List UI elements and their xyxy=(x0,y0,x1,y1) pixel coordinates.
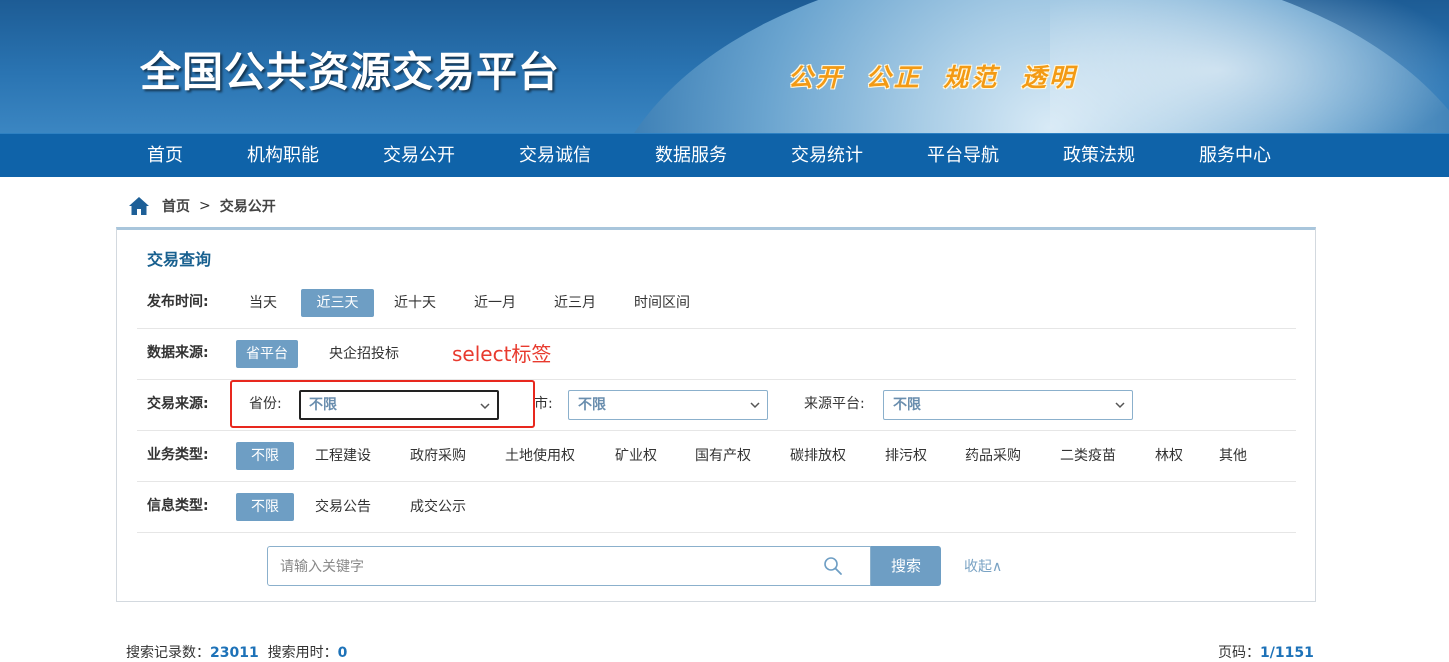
publish-time-row: 发布时间: 当天 近三天 近十天 近一月 近三月 时间区间 xyxy=(137,277,1296,329)
data-source-row: 数据来源: 省平台 央企招投标 xyxy=(137,328,1296,380)
breadcrumb-home[interactable]: 首页 xyxy=(162,196,190,216)
header-banner: 全国公共资源交易平台 公开 公正 规范 透明 xyxy=(0,0,1449,133)
panel-title: 交易查询 xyxy=(147,250,212,269)
option-last-10-days[interactable]: 近十天 xyxy=(384,289,446,317)
search-input[interactable] xyxy=(268,547,822,587)
nav-institution[interactable]: 机构职能 xyxy=(247,134,319,178)
page-value: 1/1151 xyxy=(1260,645,1314,661)
business-type-row: 业务类型: 不限 工程建设 政府采购 土地使用权 矿业权 国有产权 碳排放权 排… xyxy=(137,430,1296,482)
option-engineering[interactable]: 工程建设 xyxy=(305,442,381,470)
option-drug-procurement[interactable]: 药品采购 xyxy=(955,442,1031,470)
option-state-property[interactable]: 国有产权 xyxy=(685,442,761,470)
city-select[interactable]: 不限 xyxy=(568,390,768,420)
publish-time-label: 发布时间: xyxy=(147,294,209,310)
records-label: 搜索记录数： xyxy=(126,645,210,661)
nav-policy[interactable]: 政策法规 xyxy=(1063,134,1135,178)
breadcrumb-current: 交易公开 xyxy=(219,199,276,215)
option-last-3-days[interactable]: 近三天 xyxy=(301,289,374,317)
main-nav: 首页 机构职能 交易公开 交易诚信 数据服务 交易统计 平台导航 政策法规 服务… xyxy=(0,133,1449,177)
search-box xyxy=(267,546,871,587)
city-label: 市: xyxy=(534,396,553,412)
time-label: 搜索用时： xyxy=(267,645,338,661)
option-forest[interactable]: 林权 xyxy=(1145,442,1193,470)
records-count: 23011 xyxy=(210,645,259,661)
option-business-any[interactable]: 不限 xyxy=(236,442,294,470)
data-source-label: 数据来源: xyxy=(147,345,209,361)
search-stats: 搜索记录数：23011 搜索用时：0 xyxy=(126,642,347,662)
nav-trade-stats[interactable]: 交易统计 xyxy=(791,134,863,178)
pager-info: 页码：1/1151 xyxy=(1218,642,1314,662)
option-deal-publicity[interactable]: 成交公示 xyxy=(400,493,476,521)
business-type-label: 业务类型: xyxy=(147,447,209,463)
nav-trade-credit[interactable]: 交易诚信 xyxy=(519,134,591,178)
breadcrumb-separator: > xyxy=(199,198,211,214)
breadcrumb: 首页 > 交易公开 xyxy=(128,194,276,218)
option-trade-notice[interactable]: 交易公告 xyxy=(305,493,381,521)
collapse-link[interactable]: 收起∧ xyxy=(964,556,1002,576)
option-land-use[interactable]: 土地使用权 xyxy=(495,442,585,470)
search-button[interactable]: 搜索 xyxy=(871,546,941,586)
info-type-label: 信息类型: xyxy=(147,498,209,514)
source-platform-label: 来源平台: xyxy=(804,396,865,412)
page-label: 页码： xyxy=(1218,645,1260,661)
annotation-highlight-box xyxy=(230,380,535,428)
option-carbon[interactable]: 碳排放权 xyxy=(780,442,856,470)
option-vaccine[interactable]: 二类疫苗 xyxy=(1050,442,1126,470)
option-last-month[interactable]: 近一月 xyxy=(464,289,526,317)
chevron-down-icon xyxy=(1115,402,1125,409)
source-platform-select-value: 不限 xyxy=(893,397,921,413)
nav-trade-public[interactable]: 交易公开 xyxy=(383,134,455,178)
option-today[interactable]: 当天 xyxy=(239,289,287,317)
nav-home[interactable]: 首页 xyxy=(147,134,183,178)
option-pollution[interactable]: 排污权 xyxy=(875,442,937,470)
nav-service-center[interactable]: 服务中心 xyxy=(1199,134,1271,178)
option-provincial-platform[interactable]: 省平台 xyxy=(236,340,298,368)
option-gov-procurement[interactable]: 政府采购 xyxy=(400,442,476,470)
time-value: 0 xyxy=(337,645,348,661)
source-platform-select[interactable]: 不限 xyxy=(883,390,1133,420)
home-icon[interactable] xyxy=(128,196,150,216)
info-type-row: 信息类型: 不限 交易公告 成交公示 xyxy=(137,481,1296,533)
nav-platform-guide[interactable]: 平台导航 xyxy=(927,134,999,178)
search-icon[interactable] xyxy=(823,556,843,576)
site-title: 全国公共资源交易平台 xyxy=(140,48,560,96)
nav-data-service[interactable]: 数据服务 xyxy=(655,134,727,178)
city-select-value: 不限 xyxy=(578,397,606,413)
option-other[interactable]: 其他 xyxy=(1209,442,1257,470)
option-last-3-months[interactable]: 近三月 xyxy=(544,289,606,317)
option-mining[interactable]: 矿业权 xyxy=(605,442,667,470)
option-info-any[interactable]: 不限 xyxy=(236,493,294,521)
site-slogan: 公开 公正 规范 透明 xyxy=(788,63,1078,92)
option-time-range[interactable]: 时间区间 xyxy=(624,289,700,317)
option-soe-tender[interactable]: 央企招投标 xyxy=(319,340,409,368)
chevron-down-icon xyxy=(750,402,760,409)
trade-source-label: 交易来源: xyxy=(147,396,209,412)
annotation-text: select标签 xyxy=(452,342,552,366)
